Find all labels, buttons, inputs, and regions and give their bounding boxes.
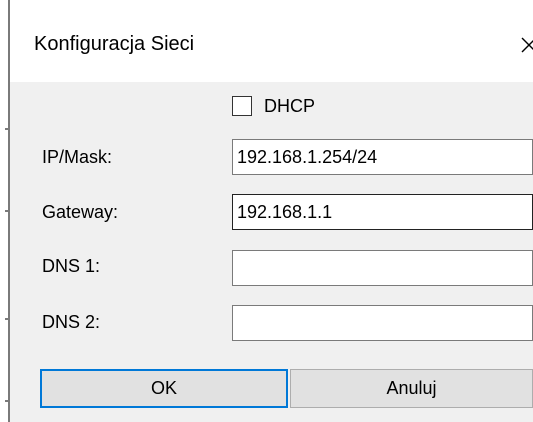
ip-mask-label: IP/Mask: [42, 147, 113, 167]
dialog-titlebar[interactable]: Konfiguracja Sieci [10, 0, 533, 82]
screen: Konfiguracja Sieci DHCP IP/Mask: Gateway… [0, 0, 533, 422]
edge-tick [5, 318, 9, 320]
edge-tick [5, 400, 9, 402]
dialog-title: Konfiguracja Sieci [34, 33, 195, 55]
dialog-body: DHCP IP/Mask: Gateway: DNS 1: DNS 2: OK … [10, 82, 533, 422]
edge-tick [5, 210, 9, 212]
dns2-label: DNS 2: [42, 312, 101, 332]
dns2-input[interactable] [232, 305, 533, 341]
gateway-input[interactable] [232, 194, 533, 230]
gateway-label: Gateway: [42, 202, 119, 222]
cancel-button[interactable]: Anuluj [290, 369, 533, 408]
close-icon [521, 37, 533, 53]
dns1-label: DNS 1: [42, 256, 101, 276]
edge-tick [5, 128, 9, 130]
close-button[interactable] [515, 28, 533, 62]
ip-mask-input[interactable] [232, 139, 533, 175]
dns1-input[interactable] [232, 250, 533, 286]
ok-button[interactable]: OK [40, 369, 288, 408]
dhcp-checkbox-box[interactable] [232, 96, 252, 116]
dhcp-checkbox[interactable]: DHCP [232, 94, 315, 118]
dhcp-label: DHCP [264, 95, 316, 116]
